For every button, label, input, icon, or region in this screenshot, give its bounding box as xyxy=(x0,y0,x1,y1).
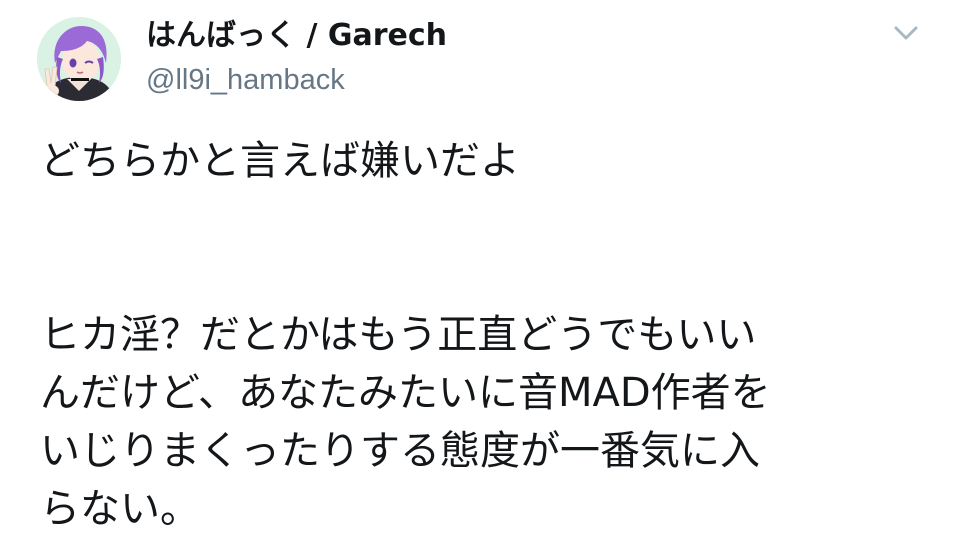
user-handle[interactable]: @ll9i_hamback xyxy=(146,60,345,100)
tweet-text: どちらかと言えば嫌いだよ ヒカ淫？だとかはもう正直どうでもいい んだけど、あなた… xyxy=(40,132,940,538)
tweet-text-line: んだけど、あなたみたいに音MAD作者を xyxy=(40,370,771,416)
tweet-text-line: ヒカ淫？だとかはもう正直どうでもいい xyxy=(40,312,757,358)
user-avatar-icon[interactable] xyxy=(37,17,121,101)
tweet-text-line: どちらかと言えば嫌いだよ xyxy=(40,138,520,184)
tweet-text-line: らない。 xyxy=(40,486,200,532)
tweet-text-line: いじりまくったりする態度が一番気に入 xyxy=(40,428,760,474)
chevron-down-icon[interactable] xyxy=(888,18,924,48)
paragraph-break xyxy=(40,190,940,248)
user-display-name[interactable]: はんばっく / Garech xyxy=(146,16,447,56)
tweet-card: はんばっく / Garech @ll9i_hamback どちらかと言えば嫌いだ… xyxy=(0,0,960,532)
paragraph-break xyxy=(40,248,940,306)
